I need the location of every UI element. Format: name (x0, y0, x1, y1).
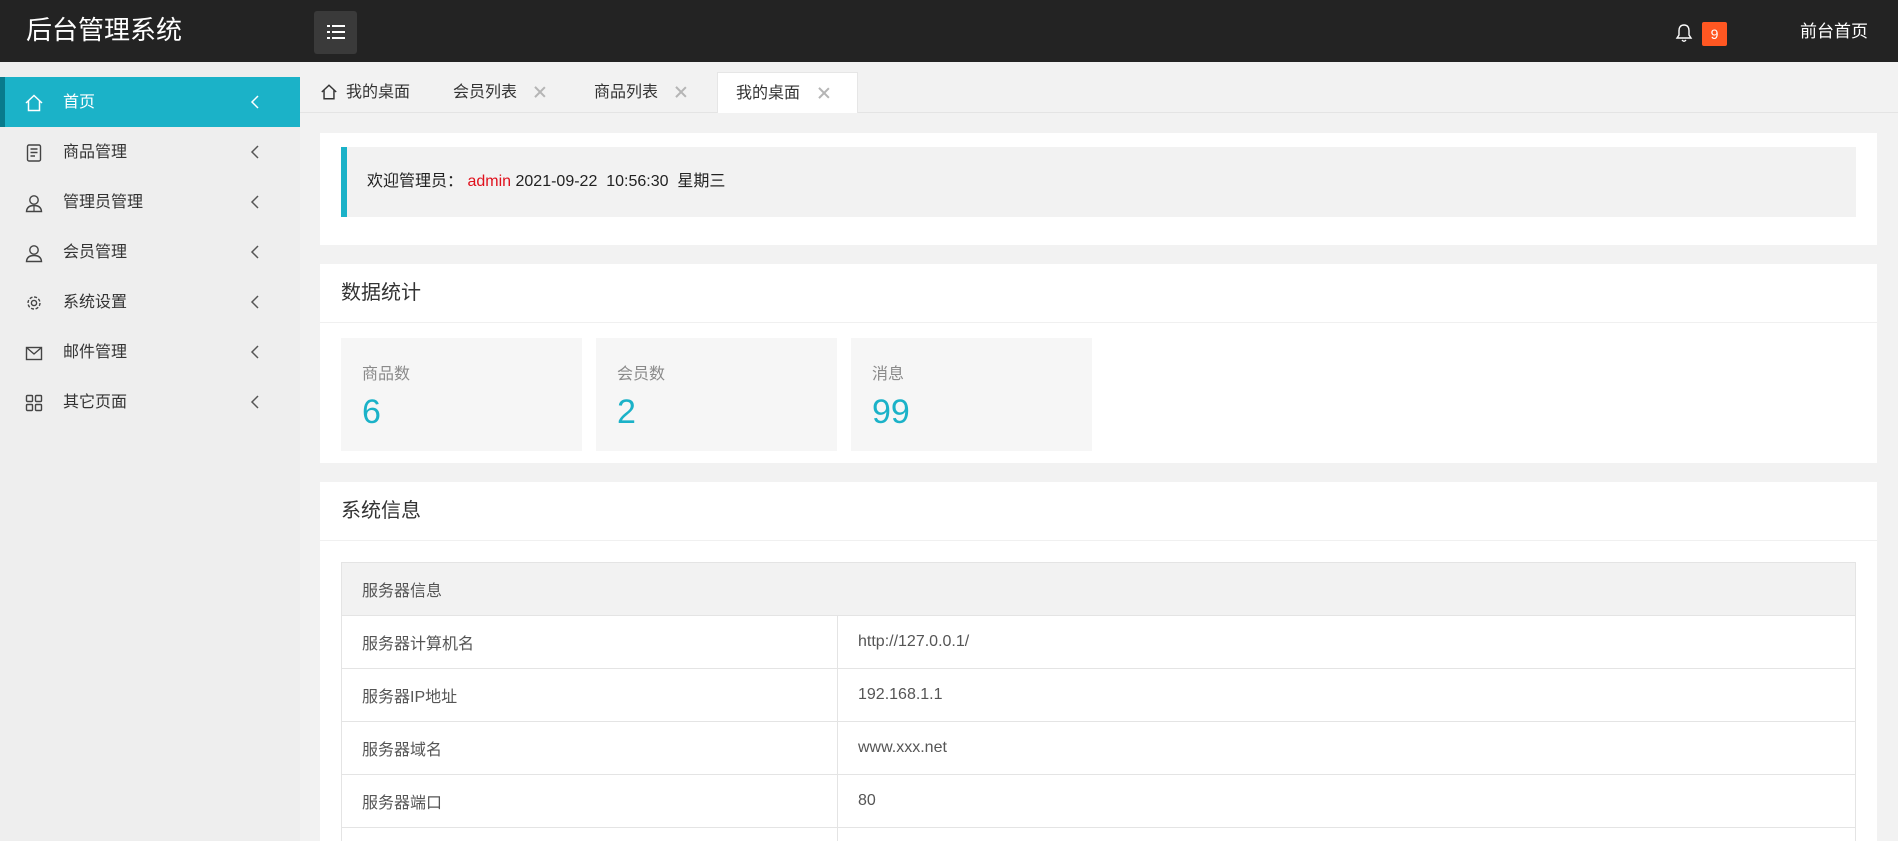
sidebar-item-label: 管理员管理 (63, 194, 144, 211)
grid-icon (25, 394, 43, 412)
stat-label: 消息 (872, 366, 905, 383)
tab-label: 会员列表 (453, 84, 518, 101)
table-cell-key: 服务器端口 (341, 774, 838, 828)
table-row: 服务器IP地址 192.168.1.1 (341, 668, 1856, 722)
table-cell-key (341, 827, 838, 841)
table-cell-value: www.xxx.net (837, 721, 1856, 775)
table-row: 服务器计算机名 http://127.0.0.1/ (341, 615, 1856, 669)
tab-label: 我的桌面 (736, 85, 801, 102)
chevron-left-icon (250, 95, 259, 109)
sidebar-item-label: 会员管理 (63, 244, 128, 261)
sidebar-item-label: 系统设置 (63, 294, 128, 311)
system-info-card: 系统信息 服务器信息 服务器计算机名 http://127.0.0.1/ 服务器… (320, 482, 1877, 841)
tab-my-desktop-home[interactable]: 我的桌面 (320, 72, 410, 113)
stat-value: 6 (362, 393, 381, 431)
welcome-banner: 欢迎管理员： admin 2021-09-22 10:56:30 星期三 (341, 147, 1856, 217)
table-cell-value (837, 827, 1856, 841)
stat-products[interactable]: 商品数 6 (341, 338, 582, 451)
chevron-left-icon (250, 345, 259, 359)
table-cell-key: 服务器IP地址 (341, 668, 838, 722)
home-icon (25, 94, 43, 112)
gear-icon (27, 296, 41, 310)
table-header: 服务器信息 (341, 562, 1856, 616)
document-icon (26, 144, 42, 162)
user-admin-icon (25, 195, 43, 213)
welcome-datetime: 2021-09-22 10:56:30 星期三 (515, 173, 726, 190)
frontend-home-link[interactable]: 前台首页 (1800, 0, 1868, 62)
sidebar-item-label: 邮件管理 (63, 344, 128, 361)
stat-members[interactable]: 会员数 2 (596, 338, 837, 451)
sidebar-item-home[interactable]: 首页 (0, 77, 300, 127)
chevron-left-icon (250, 145, 259, 159)
sidebar: 首页 商品管理 管理员管理 会员管理 系统设置 邮件管理 其它页面 (0, 62, 300, 841)
table-cell-value: http://127.0.0.1/ (837, 615, 1856, 669)
sidebar-item-mail[interactable]: 邮件管理 (0, 327, 300, 377)
sidebar-item-admins[interactable]: 管理员管理 (0, 177, 300, 227)
stat-label: 商品数 (362, 366, 411, 383)
bell-icon[interactable] (1675, 23, 1693, 43)
welcome-prefix: 欢迎管理员： (367, 173, 464, 190)
welcome-card: 欢迎管理员： admin 2021-09-22 10:56:30 星期三 (320, 133, 1877, 245)
stats-title: 数据统计 (320, 264, 1877, 323)
app-title: 后台管理系统 (26, 16, 183, 46)
table-cell-key: 服务器计算机名 (341, 615, 838, 669)
close-icon[interactable] (534, 86, 546, 98)
tab-member-list[interactable]: 会员列表 (453, 72, 517, 113)
tab-bar: 我的桌面 会员列表 商品列表 我的桌面 (300, 62, 1898, 113)
table-cell-key: 服务器域名 (341, 721, 838, 775)
stat-label: 会员数 (617, 366, 666, 383)
close-icon[interactable] (675, 86, 687, 98)
sidebar-item-settings[interactable]: 系统设置 (0, 277, 300, 327)
tab-product-list[interactable]: 商品列表 (594, 72, 658, 113)
stat-messages[interactable]: 消息 99 (851, 338, 1092, 451)
stat-value: 99 (872, 393, 910, 431)
mail-icon (25, 346, 43, 361)
notification-badge[interactable]: 9 (1702, 22, 1727, 46)
admin-username: admin (467, 173, 512, 190)
sidebar-item-members[interactable]: 会员管理 (0, 227, 300, 277)
sidebar-item-label: 商品管理 (63, 144, 128, 161)
stats-card: 数据统计 商品数 6 会员数 2 消息 99 (320, 264, 1877, 463)
sidebar-item-label: 首页 (63, 94, 96, 111)
table-row (341, 827, 1856, 841)
top-header: 后台管理系统 9 前台首页 (0, 0, 1898, 62)
sidebar-item-products[interactable]: 商品管理 (0, 127, 300, 177)
table-row: 服务器端口 80 (341, 774, 1856, 828)
chevron-left-icon (250, 395, 259, 409)
table-row: 服务器域名 www.xxx.net (341, 721, 1856, 775)
home-icon (321, 84, 337, 100)
sidebar-item-label: 其它页面 (63, 394, 128, 411)
user-icon (25, 245, 43, 263)
stat-value: 2 (617, 393, 636, 431)
tab-my-desktop[interactable]: 我的桌面 (717, 72, 858, 113)
table-cell-value: 80 (837, 774, 1856, 828)
sidebar-item-other[interactable]: 其它页面 (0, 377, 300, 427)
chevron-left-icon (250, 295, 259, 309)
server-info-table: 服务器信息 服务器计算机名 http://127.0.0.1/ 服务器IP地址 … (341, 562, 1856, 841)
table-cell-value: 192.168.1.1 (837, 668, 1856, 722)
chevron-left-icon (250, 195, 259, 209)
chevron-left-icon (250, 245, 259, 259)
close-icon[interactable] (818, 87, 830, 99)
menu-toggle-button[interactable] (314, 11, 357, 54)
tab-label: 商品列表 (594, 84, 659, 101)
table-header-row: 服务器信息 (341, 562, 1856, 616)
system-info-title: 系统信息 (320, 482, 1877, 541)
tab-label: 我的桌面 (346, 84, 411, 101)
